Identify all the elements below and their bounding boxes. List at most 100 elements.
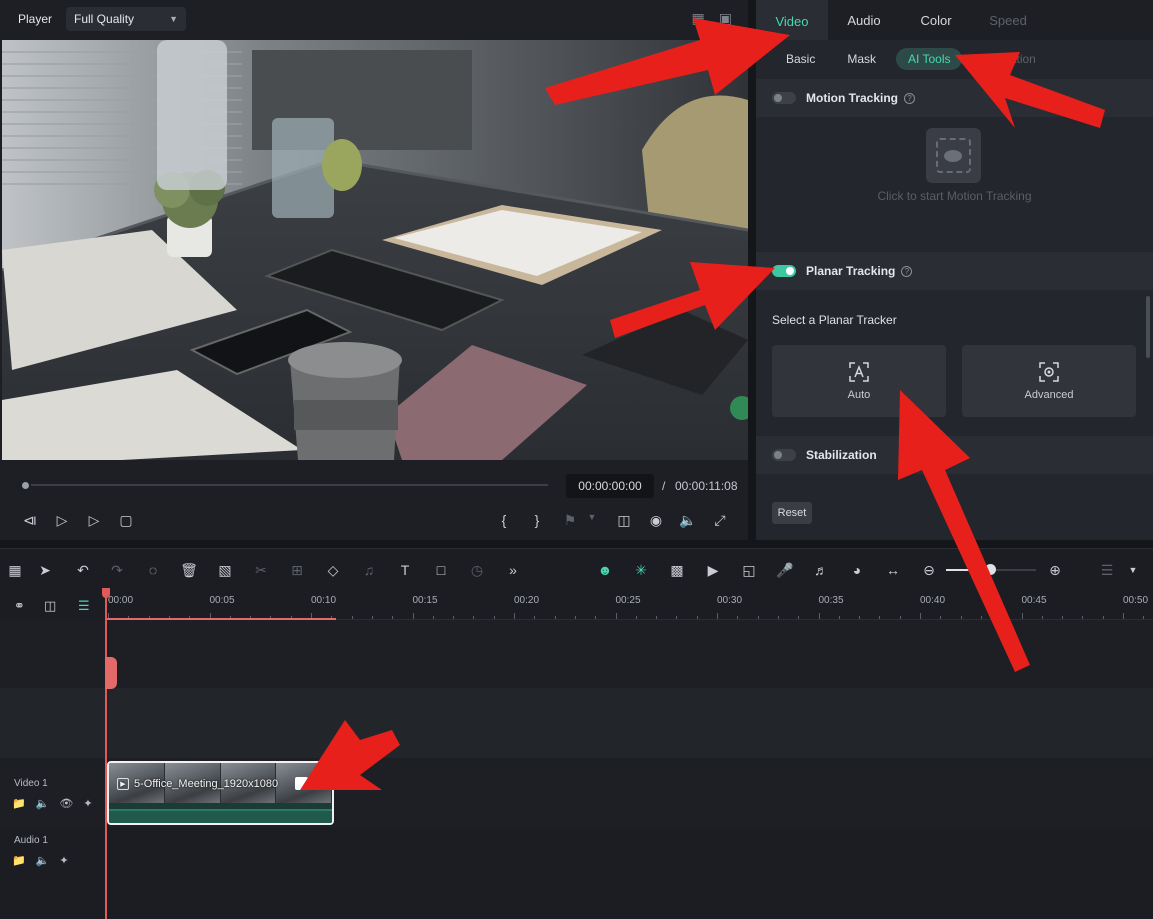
speaker-icon[interactable]: 🔈: [36, 797, 50, 810]
track-manager-icon[interactable]: ☰: [78, 598, 90, 614]
snapshot-icon[interactable]: ◕: [848, 561, 866, 579]
playhead-handle[interactable]: [102, 588, 110, 598]
ruler-minor-tick: [574, 616, 576, 619]
subtab-ai-tools[interactable]: AI Tools: [896, 48, 963, 70]
video-track-label: Video 1: [14, 778, 48, 789]
progress-track[interactable]: [24, 484, 548, 486]
marker-dropdown-icon[interactable]: ▼: [582, 512, 602, 522]
stabilization-toggle[interactable]: [772, 449, 796, 461]
tab-video[interactable]: Video: [756, 0, 828, 40]
motion-tracking-toggle[interactable]: [772, 92, 796, 104]
subtab-mask[interactable]: Mask: [835, 48, 888, 70]
layout-grid-icon[interactable]: ▦: [6, 561, 24, 579]
microphone-icon[interactable]: 🎤: [776, 561, 794, 579]
folder-icon[interactable]: 📁: [12, 854, 26, 867]
add-track-icon[interactable]: ◫: [44, 598, 56, 614]
render-preview-icon[interactable]: ▶: [704, 561, 722, 579]
ruler-minor-tick: [859, 616, 861, 619]
progress-handle[interactable]: [20, 480, 31, 491]
snapshot-icon[interactable]: ◉: [646, 512, 666, 529]
layout-dropdown-icon[interactable]: ▼: [1124, 561, 1142, 579]
previous-frame-icon[interactable]: ⧏: [20, 512, 40, 529]
stop-icon[interactable]: ▢: [116, 512, 136, 529]
quality-dropdown[interactable]: Full Quality ▼: [66, 7, 187, 31]
help-icon[interactable]: ?: [904, 92, 916, 104]
speaker-icon[interactable]: 🔈: [36, 854, 50, 867]
ruler-minor-tick: [798, 616, 800, 619]
track-layout-icon[interactable]: ☰: [1098, 561, 1116, 579]
zoom-slider-handle[interactable]: [985, 564, 996, 575]
magic-wand-icon[interactable]: ✦: [83, 797, 92, 810]
volume-icon[interactable]: 🔈: [678, 512, 698, 529]
audio-icon[interactable]: ♫: [360, 561, 378, 579]
audio-mixer-icon[interactable]: ♬: [812, 561, 830, 579]
scene-detect-icon[interactable]: ▩: [668, 561, 686, 579]
ai-tool-icon[interactable]: ◌: [144, 561, 162, 579]
ruler-minor-tick: [554, 616, 556, 619]
more-tools-icon[interactable]: »: [504, 561, 522, 579]
playhead[interactable]: [105, 588, 107, 919]
crop-icon[interactable]: ⊞: [288, 561, 306, 579]
split-icon[interactable]: ✂: [252, 561, 270, 579]
eye-icon[interactable]: 👁: [59, 797, 73, 810]
play-icon[interactable]: ▷: [84, 512, 104, 529]
grid-view-icon[interactable]: ▦: [692, 10, 705, 27]
auto-tracker-button[interactable]: Auto: [772, 345, 946, 417]
mark-out-icon[interactable]: }: [527, 512, 547, 528]
clip-type-icon: ▶: [117, 778, 129, 790]
ruler-tick-label: 00:05: [209, 595, 235, 606]
player-header: Player Full Quality ▼ ▦ ▣: [0, 0, 748, 38]
player-title: Player: [18, 12, 53, 26]
ruler-tick: [412, 613, 414, 619]
start-motion-tracking-button[interactable]: [926, 128, 981, 183]
planar-tracking-toggle[interactable]: [772, 265, 796, 277]
subtab-animation[interactable]: Animation: [970, 48, 1047, 70]
select-tool-icon[interactable]: ➤: [36, 561, 54, 579]
help-icon[interactable]: ?: [901, 265, 913, 277]
tracking-target-icon: [944, 150, 962, 162]
advanced-scan-icon: [1039, 362, 1059, 382]
auto-tracker-label: Auto: [847, 389, 871, 401]
zoom-in-icon[interactable]: ⊕: [1046, 561, 1064, 579]
time-ruler[interactable]: 00:00 00:05 00:10 00:15 00:20 00:25 00:30 00:35…: [106, 588, 1153, 620]
mark-in-icon[interactable]: {: [494, 512, 514, 528]
ruler-minor-tick: [838, 616, 840, 619]
shape-icon[interactable]: □: [432, 561, 450, 579]
shield-icon[interactable]: ◱: [740, 561, 758, 579]
video-track-controls: 📁 🔈 👁 ✦: [12, 797, 93, 810]
ruler-tick: [615, 613, 617, 619]
ai-copilot-icon[interactable]: ☻: [596, 561, 614, 579]
marker-icon[interactable]: ⚑: [560, 512, 580, 529]
zoom-out-icon[interactable]: ⊖: [920, 561, 938, 579]
magic-wand-icon[interactable]: ✦: [59, 854, 68, 867]
ruler-minor-tick: [656, 616, 658, 619]
delete-icon[interactable]: 🗑: [180, 561, 198, 579]
tab-speed[interactable]: Speed: [972, 0, 1044, 40]
auto-highlight-icon[interactable]: ✳: [632, 561, 650, 579]
step-back-icon[interactable]: ▷: [52, 512, 72, 529]
subtab-basic[interactable]: Basic: [774, 48, 827, 70]
folder-icon[interactable]: 📁: [12, 797, 26, 810]
clip-audio-waveform: [109, 809, 332, 823]
advanced-tracker-button[interactable]: Advanced: [962, 345, 1136, 417]
panel-scrollbar[interactable]: [1146, 296, 1150, 358]
reset-button[interactable]: Reset: [772, 502, 812, 524]
fullscreen-icon[interactable]: ⤢: [710, 512, 730, 529]
text-to-speech-icon[interactable]: ◇: [324, 561, 342, 579]
time-separator: /: [662, 479, 666, 493]
tab-audio[interactable]: Audio: [828, 0, 900, 40]
text-icon[interactable]: T: [396, 561, 414, 579]
fit-timeline-icon[interactable]: ↔: [884, 561, 902, 579]
display-settings-icon[interactable]: ◫: [614, 512, 634, 529]
speed-icon[interactable]: ◷: [468, 561, 486, 579]
tab-color[interactable]: Color: [900, 0, 972, 40]
undo-icon[interactable]: ↶: [74, 561, 92, 579]
current-time-field[interactable]: 00:00:00:00: [566, 474, 654, 498]
playhead-marker-tab[interactable]: [105, 657, 117, 689]
video-clip[interactable]: ▶ 5-Office_Meeting_1920x1080: [107, 761, 334, 825]
single-view-icon[interactable]: ▣: [719, 10, 732, 27]
redo-icon[interactable]: ↷: [108, 561, 126, 579]
ai-cutout-icon[interactable]: ▧: [216, 561, 234, 579]
link-icon[interactable]: ⚭: [14, 598, 25, 614]
ruler-tick-label: 00:20: [514, 595, 540, 606]
